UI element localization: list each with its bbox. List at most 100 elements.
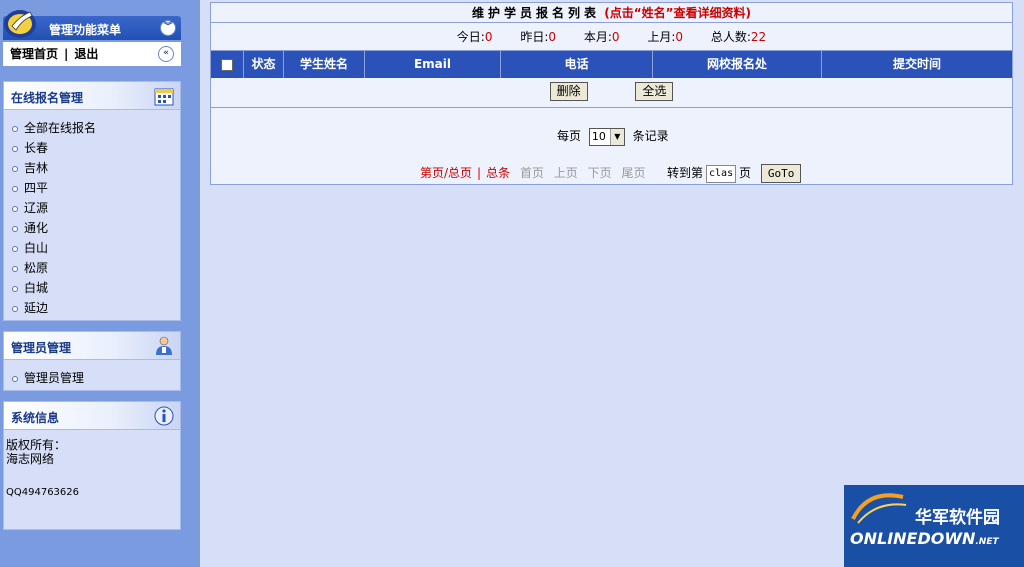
- list-item[interactable]: 管理员管理: [10, 368, 174, 388]
- bullet-icon: [12, 285, 18, 292]
- goto-page-input[interactable]: clas: [706, 164, 737, 183]
- owner-name: 海志网络: [6, 452, 55, 466]
- page-title-hint: (点击“姓名”查看详细资料): [604, 6, 751, 20]
- list-item[interactable]: 延边: [10, 298, 174, 318]
- pagination: 第页/总页 | 总条 首页 上页 下页 尾页: [420, 163, 645, 183]
- next-page-link[interactable]: 下页: [588, 166, 612, 180]
- watermark-en-suffix: .NET: [975, 537, 999, 547]
- per-page-value: 10: [591, 129, 606, 143]
- list-item[interactable]: 白城: [10, 278, 174, 298]
- records-label: 条记录: [632, 129, 669, 143]
- region-link[interactable]: 白山: [24, 241, 48, 255]
- admin-link-list: 管理员管理: [10, 368, 174, 388]
- list-item[interactable]: 通化: [10, 218, 174, 238]
- bullet-icon: [12, 145, 18, 152]
- region-link[interactable]: 延边: [24, 301, 48, 315]
- stat-today-label: 今日:: [456, 30, 485, 44]
- watermark-cn-text: 华军软件园: [915, 508, 1000, 528]
- stat-month-value: 0: [611, 30, 620, 44]
- list-item[interactable]: 白山: [10, 238, 174, 258]
- bullet-icon: [12, 265, 18, 272]
- region-link[interactable]: 全部在线报名: [24, 121, 96, 135]
- page-total-indicator: 第页/总页: [420, 166, 473, 180]
- collapse-menu-icon[interactable]: ︾: [160, 20, 176, 36]
- info-icon: [154, 406, 174, 426]
- onlinedown-watermark: 华军软件园 ONLINEDOWN.NET: [844, 485, 1024, 567]
- menu-title: 管理功能菜单: [49, 23, 122, 37]
- column-header: 网校报名处: [653, 51, 822, 78]
- bullet-icon: [12, 165, 18, 172]
- watermark-swoosh-icon: [851, 493, 907, 524]
- bullet-icon: [12, 305, 18, 312]
- panel-body: 全部在线报名 长春 吉林 四平 辽源 通化 白山 松原 白城 延边: [4, 110, 180, 326]
- delete-button[interactable]: 删除: [549, 82, 588, 101]
- page-title: 维护学员报名列表: [472, 6, 601, 20]
- panel-title: 管理员管理: [11, 341, 72, 355]
- list-item[interactable]: 四平: [10, 178, 174, 198]
- bullet-icon: [12, 205, 18, 212]
- watermark-en-text: ONLINEDOWN.NET: [850, 529, 999, 548]
- list-item[interactable]: 松原: [10, 258, 174, 278]
- column-header: 学生姓名: [284, 51, 365, 78]
- menu-logo-icon: [4, 10, 36, 38]
- panel-title: 系统信息: [11, 411, 60, 425]
- copyright-label: 版权所有：: [6, 438, 67, 452]
- region-link[interactable]: 长春: [24, 141, 48, 155]
- list-item[interactable]: 辽源: [10, 198, 174, 218]
- admin-home-link[interactable]: 管理首页: [10, 47, 58, 61]
- column-header: 提交时间: [892, 57, 941, 71]
- nav-separator: |: [64, 47, 69, 61]
- column-header: 状态: [244, 51, 284, 78]
- stats-row: 今日:0 昨日:0 本月:0 上月:0 总人数:22: [211, 23, 1012, 51]
- region-link[interactable]: 松原: [24, 261, 48, 275]
- total-items-indicator: 总条: [486, 166, 511, 180]
- qq-contact: QQ494763626: [6, 487, 80, 498]
- per-page-select[interactable]: 10 ▼: [588, 127, 625, 146]
- region-link[interactable]: 四平: [24, 181, 48, 195]
- stat-last-month-value: 0: [675, 30, 684, 44]
- stat-today-value: 0: [484, 30, 493, 44]
- select-all-checkbox[interactable]: [221, 58, 233, 71]
- region-link-list: 全部在线报名 长春 吉林 四平 辽源 通化 白山 松原 白城 延边: [10, 118, 174, 318]
- collapse-sidebar-icon[interactable]: «: [158, 46, 174, 62]
- stat-yesterday-label: 昨日:: [520, 30, 549, 44]
- admin-management-panel: 管理员管理 管理员管理: [3, 331, 181, 391]
- first-page-link[interactable]: 首页: [520, 166, 544, 180]
- prev-page-link[interactable]: 上页: [554, 166, 578, 180]
- goto-label: 转到第: [667, 166, 704, 180]
- panel-body: 管理员管理: [4, 360, 180, 396]
- bullet-icon: [12, 225, 18, 232]
- menu-links: 管理首页 | 退出 «: [3, 42, 181, 66]
- list-item[interactable]: 全部在线报名: [10, 118, 174, 138]
- logout-link[interactable]: 退出: [74, 47, 98, 61]
- region-link[interactable]: 辽源: [24, 201, 48, 215]
- stat-yesterday-value: 0: [548, 30, 556, 44]
- bullet-icon: [12, 375, 18, 382]
- bullet-icon: [12, 125, 18, 132]
- select-all-column: [211, 51, 244, 78]
- panel-header: 在线报名管理: [4, 82, 180, 110]
- per-page-control: 每页 10 ▼ 条记录: [557, 126, 669, 146]
- calendar-icon: [154, 88, 174, 106]
- panel-title: 在线报名管理: [11, 91, 84, 105]
- region-link[interactable]: 通化: [24, 221, 48, 235]
- page-title-row: 维护学员报名列表 (点击“姓名”查看详细资料): [211, 3, 1012, 23]
- region-link[interactable]: 吉林: [24, 161, 48, 175]
- column-header: 电话: [501, 51, 653, 78]
- admin-user-icon: [156, 336, 172, 355]
- last-page-link[interactable]: 尾页: [621, 166, 645, 180]
- chevron-down-icon: ▼: [609, 128, 624, 145]
- actions-row: 删除 全选: [211, 78, 1012, 108]
- pager-area: 每页 10 ▼ 条记录 第页/总页 | 总条 首页 上页 下页 尾页 转到第 clas 页…: [211, 108, 1012, 184]
- sidebar: 管理功能菜单 ︾ 管理首页 | 退出 « 在线报名管理 全部在线报名 长春 吉林 四…: [0, 0, 200, 567]
- list-item[interactable]: 吉林: [10, 158, 174, 178]
- goto-button[interactable]: GoTo: [760, 164, 802, 183]
- select-all-button[interactable]: 全选: [635, 82, 674, 101]
- pager-separator: |: [477, 166, 482, 180]
- stat-total-label: 总人数:: [710, 30, 751, 44]
- goto-control: 转到第 clas 页 GoTo: [667, 163, 802, 183]
- admin-manage-link[interactable]: 管理员管理: [24, 371, 84, 385]
- region-link[interactable]: 白城: [24, 281, 48, 295]
- list-item[interactable]: 长春: [10, 138, 174, 158]
- watermark-en-brand: ONLINEDOWN: [850, 529, 976, 548]
